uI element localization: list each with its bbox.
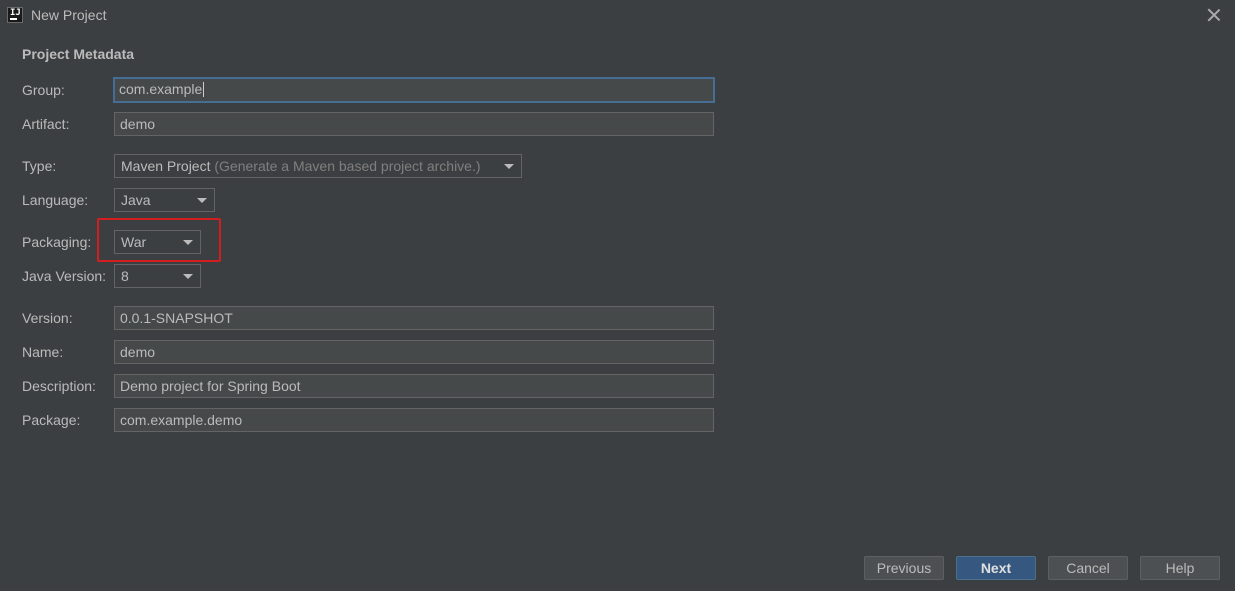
type-hint: (Generate a Maven based project archive.… bbox=[214, 158, 481, 174]
packaging-label: Packaging: bbox=[22, 234, 92, 250]
cancel-button[interactable]: Cancel bbox=[1048, 556, 1128, 580]
previous-button[interactable]: Previous bbox=[864, 556, 944, 580]
version-field[interactable]: 0.0.1-SNAPSHOT bbox=[114, 306, 714, 330]
type-dropdown[interactable]: Maven Project (Generate a Maven based pr… bbox=[114, 154, 522, 178]
chevron-down-icon bbox=[183, 274, 193, 279]
group-field[interactable]: com.example bbox=[113, 77, 715, 103]
artifact-label: Artifact: bbox=[22, 116, 70, 132]
highlight-annotation bbox=[97, 218, 221, 262]
java-version-dropdown[interactable]: 8 bbox=[114, 264, 201, 288]
language-label: Language: bbox=[22, 192, 89, 208]
description-value: Demo project for Spring Boot bbox=[120, 378, 301, 394]
intellij-icon: IJ bbox=[7, 7, 23, 23]
text-caret bbox=[203, 82, 205, 97]
name-value: demo bbox=[120, 344, 156, 360]
java-version-value: 8 bbox=[121, 268, 129, 284]
type-value: Maven Project bbox=[121, 158, 211, 174]
version-label: Version: bbox=[22, 310, 73, 326]
close-icon[interactable] bbox=[1207, 8, 1221, 22]
chevron-down-icon bbox=[197, 198, 207, 203]
package-field[interactable]: com.example.demo bbox=[114, 408, 714, 432]
chevron-down-icon bbox=[504, 164, 514, 169]
name-field[interactable]: demo bbox=[114, 340, 714, 364]
package-value: com.example.demo bbox=[120, 412, 243, 428]
window-title: New Project bbox=[31, 7, 107, 23]
group-label: Group: bbox=[22, 82, 65, 98]
language-value: Java bbox=[121, 192, 151, 208]
artifact-field[interactable]: demo bbox=[114, 112, 714, 136]
help-button[interactable]: Help bbox=[1140, 556, 1220, 580]
title-bar: IJ New Project bbox=[0, 0, 1235, 31]
language-dropdown[interactable]: Java bbox=[114, 188, 215, 212]
next-button[interactable]: Next bbox=[956, 556, 1036, 580]
package-label: Package: bbox=[22, 412, 81, 428]
type-label: Type: bbox=[22, 158, 57, 174]
version-value: 0.0.1-SNAPSHOT bbox=[120, 310, 233, 326]
description-field[interactable]: Demo project for Spring Boot bbox=[114, 374, 714, 398]
artifact-value: demo bbox=[120, 116, 156, 132]
java-version-label: Java Version: bbox=[22, 268, 107, 284]
new-project-dialog: IJ New Project Project Metadata Group: c… bbox=[0, 0, 1235, 591]
group-value: com.example bbox=[119, 81, 203, 97]
name-label: Name: bbox=[22, 344, 64, 360]
section-title: Project Metadata bbox=[22, 46, 135, 62]
description-label: Description: bbox=[22, 378, 96, 394]
